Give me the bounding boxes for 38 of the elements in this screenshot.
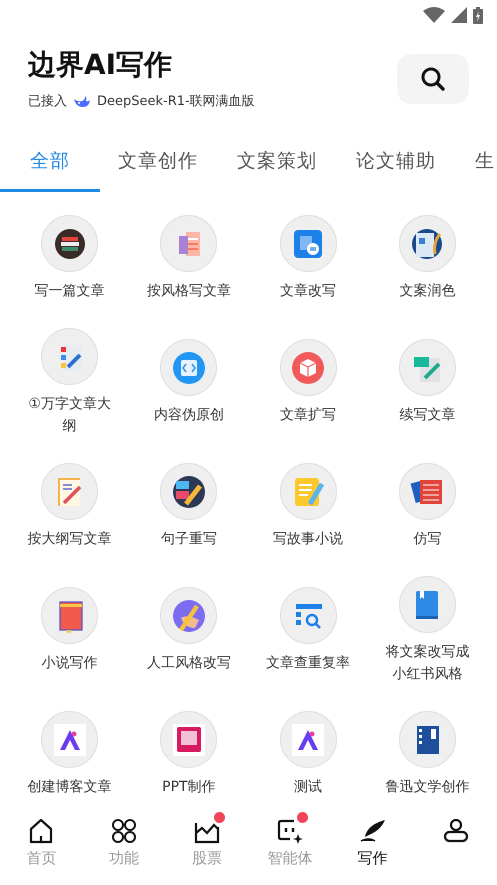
tool-label: 测试 [294,778,322,797]
category-tab[interactable]: 论文辅助 [356,144,436,192]
category-tab[interactable]: 文章创作 [118,144,198,192]
nav-tab[interactable]: 写作 [331,809,414,885]
tool-label: 文章扩写 [280,406,336,425]
tool-label: 文章查重复率 [266,654,350,673]
tool-label: ①万字文章大纲 [27,395,112,436]
category-tab[interactable]: 生 [475,144,495,192]
robot-face-icon [276,817,304,845]
tool-label: 写故事小说 [273,530,344,549]
search-icon [420,66,446,92]
signal-icon [451,7,467,23]
tool-label: 句子重写 [160,530,217,549]
tool-label: 文案润色 [399,282,456,301]
tool-label: 创建博客文章 [28,778,112,797]
connected-label: 已接入 [28,93,67,110]
tool-label: 小说写作 [42,654,98,673]
app-title: 边界AI写作 [28,47,174,83]
tool-label: 写一篇文章 [34,282,105,301]
model-name: DeepSeek-R1-联网满血版 [97,93,255,110]
tool-label: 文章改写 [280,282,336,301]
tool-label: 内容伪原创 [154,406,224,425]
category-tab[interactable]: 文案策划 [237,144,317,192]
tool-label: 按大纲写文章 [28,530,112,549]
search-button[interactable] [397,54,469,104]
tool-label: 续写文章 [399,406,456,425]
four-petal-icon [110,817,138,845]
battery-icon [473,6,483,24]
tool-label: 仿写 [413,530,442,549]
tool-label: 按风格写文章 [146,282,231,301]
wifi-icon [423,7,445,23]
whale-icon [73,94,91,108]
tool-label: 人工风格改写 [146,654,231,673]
tool-label: 将文案改写成小红书风格 [384,643,470,684]
category-tab[interactable]: 全部 [0,144,100,192]
tool-label: 鲁迅文学创作 [385,778,470,797]
person-icon [442,817,470,845]
tool-label: PPT制作 [162,778,216,797]
